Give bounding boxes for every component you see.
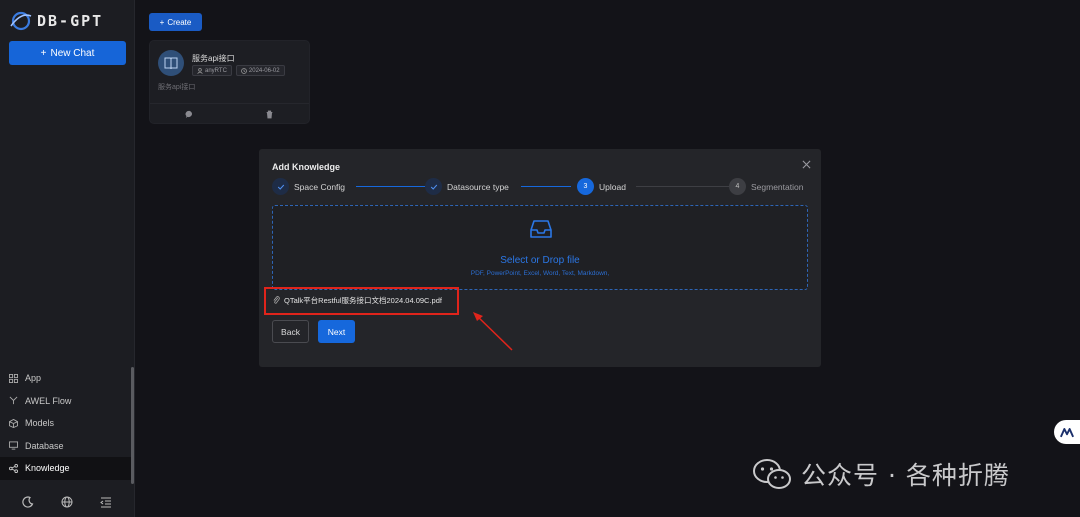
steps-bar: Space Config Datasource type 3 Upload 4 … [272, 178, 812, 196]
step-connector [356, 186, 429, 187]
date-label: 2024-06-02 [248, 67, 280, 74]
watermark-text: 公众号 · 各种折腾 [801, 461, 1010, 490]
flow-icon [9, 396, 18, 405]
sidebar-item-app[interactable]: App [0, 367, 133, 390]
plus-icon: + [159, 17, 165, 27]
sidebar-item-label: Knowledge [25, 463, 70, 474]
sidebar-item-label: Database [25, 440, 64, 451]
sidebar-bottom-toolbar [0, 492, 133, 512]
moon-icon[interactable] [21, 496, 34, 508]
file-dropzone[interactable]: Select or Drop file PDF, PowerPoint, Exc… [272, 205, 808, 290]
knowledge-share-icon [9, 463, 18, 473]
next-button[interactable]: Next [318, 320, 355, 343]
sidebar-nav: App AWEL Flow Models Database Knowledge [0, 367, 133, 480]
collapse-menu-icon[interactable] [99, 496, 112, 508]
step-check-icon [425, 178, 442, 195]
modal-title: Add Knowledge [272, 162, 340, 172]
new-chat-button[interactable]: + New Chat [9, 41, 126, 65]
sidebar-item-awel-flow[interactable]: AWEL Flow [0, 390, 133, 413]
card-actions [150, 103, 309, 124]
book-icon [164, 57, 178, 69]
step-check-icon [272, 178, 289, 195]
logo[interactable]: DB-GPT [9, 10, 103, 32]
step-datasource-type[interactable]: Datasource type [425, 178, 509, 195]
new-chat-label: New Chat [50, 47, 95, 59]
create-label: Create [167, 17, 192, 27]
app-grid-icon [9, 373, 18, 383]
user-icon [197, 67, 203, 74]
step-connector [521, 186, 571, 187]
logo-icon [10, 11, 32, 31]
logo-text: DB-GPT [37, 12, 104, 30]
dropzone-hint: PDF, PowerPoint, Excel, Word, Text, Mark… [470, 270, 610, 277]
step-segmentation[interactable]: 4 Segmentation [729, 178, 803, 195]
step-label: Segmentation [751, 181, 804, 192]
back-button[interactable]: Back [272, 320, 309, 343]
trash-icon[interactable] [265, 110, 274, 119]
dropzone-title: Select or Drop file [500, 255, 580, 266]
sidebar-item-label: Models [25, 418, 55, 429]
card-description: 服务api接口 [158, 84, 196, 91]
sidebar-item-knowledge[interactable]: Knowledge [0, 457, 133, 480]
step-number: 4 [729, 178, 746, 195]
highlight-annotation-box [264, 287, 459, 315]
sidebar: DB-GPT + New Chat App AWEL Flow Models D… [0, 0, 135, 517]
step-label: Space Config [294, 181, 346, 192]
owner-tag: anyRTC [192, 65, 232, 76]
sidebar-scrollbar[interactable] [131, 367, 134, 484]
globe-icon[interactable] [61, 496, 73, 508]
floating-assistant-badge[interactable] [1054, 420, 1080, 444]
date-tag: 2024-06-02 [235, 65, 285, 76]
step-label: Datasource type [447, 181, 509, 192]
database-icon [9, 441, 18, 450]
card-tags: anyRTC 2024-06-02 [192, 65, 285, 76]
models-cube-icon [9, 418, 18, 428]
clock-icon [241, 67, 247, 74]
add-knowledge-modal: Add Knowledge Space Config Datasource ty… [259, 149, 821, 367]
card-title: 服务api接口 [192, 54, 235, 63]
sidebar-item-database[interactable]: Database [0, 435, 133, 458]
wechat-icon [753, 459, 791, 489]
step-number: 3 [577, 178, 594, 195]
card-avatar [158, 50, 184, 76]
step-label: Upload [599, 181, 626, 192]
chat-bubble-icon[interactable] [185, 110, 194, 119]
wechat-watermark: 公众号 · 各种折腾 [752, 452, 1010, 496]
close-icon[interactable] [800, 158, 812, 170]
owner-label: anyRTC [205, 67, 227, 74]
step-space-config[interactable]: Space Config [272, 178, 345, 195]
inbox-icon [530, 220, 552, 238]
sidebar-item-label: AWEL Flow [25, 395, 72, 406]
step-connector [636, 186, 729, 187]
logo-m-icon [1060, 427, 1074, 437]
create-button[interactable]: + Create [149, 13, 202, 31]
sidebar-item-label: App [25, 373, 42, 384]
sidebar-item-models[interactable]: Models [0, 412, 133, 435]
plus-icon: + [40, 47, 47, 59]
step-upload[interactable]: 3 Upload [577, 178, 626, 195]
knowledge-card[interactable]: 服务api接口 anyRTC 2024-06-02 服务api接口 [149, 40, 310, 124]
red-arrow-annotation [473, 312, 513, 351]
